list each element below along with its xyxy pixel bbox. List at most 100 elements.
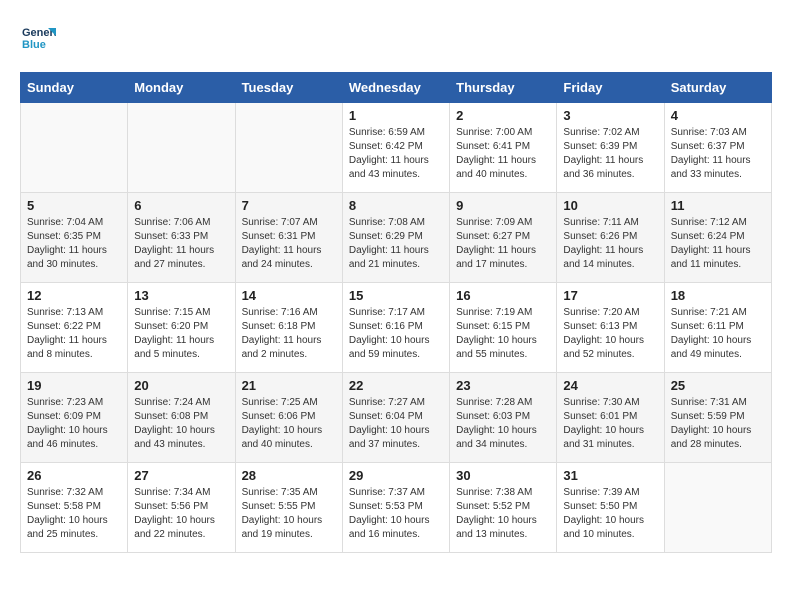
day-info: Sunrise: 7:07 AMSunset: 6:31 PMDaylight:… (242, 216, 336, 272)
calendar-cell: 26 Sunrise: 7:32 AMSunset: 5:58 PMDayligh… (21, 463, 128, 553)
calendar-cell: 9 Sunrise: 7:09 AMSunset: 6:27 PMDaylight… (450, 193, 557, 283)
calendar-cell: 23 Sunrise: 7:28 AMSunset: 6:03 PMDayligh… (450, 373, 557, 463)
calendar-cell: 25 Sunrise: 7:31 AMSunset: 5:59 PMDayligh… (664, 373, 771, 463)
day-info: Sunrise: 7:11 AMSunset: 6:26 PMDaylight:… (563, 216, 657, 272)
calendar-cell: 16 Sunrise: 7:19 AMSunset: 6:15 PMDayligh… (450, 283, 557, 373)
day-info: Sunrise: 7:19 AMSunset: 6:15 PMDaylight:… (456, 306, 550, 362)
day-number: 8 (349, 198, 443, 213)
day-info: Sunrise: 7:24 AMSunset: 6:08 PMDaylight:… (134, 396, 228, 452)
day-info: Sunrise: 7:00 AMSunset: 6:41 PMDaylight:… (456, 126, 550, 182)
weekday-header-saturday: Saturday (664, 73, 771, 103)
day-info: Sunrise: 7:09 AMSunset: 6:27 PMDaylight:… (456, 216, 550, 272)
day-number: 18 (671, 288, 765, 303)
calendar-week-1: 1 Sunrise: 6:59 AMSunset: 6:42 PMDaylight… (21, 103, 772, 193)
day-number: 20 (134, 378, 228, 393)
calendar-cell: 24Sunrise: 7:30 AMSunset: 6:01 PMDayligh… (557, 373, 664, 463)
calendar-cell: 21 Sunrise: 7:25 AMSunset: 6:06 PMDayligh… (235, 373, 342, 463)
day-number: 13 (134, 288, 228, 303)
day-info: Sunrise: 7:03 AMSunset: 6:37 PMDaylight:… (671, 126, 765, 182)
calendar-cell: 29 Sunrise: 7:37 AMSunset: 5:53 PMDayligh… (342, 463, 449, 553)
day-info: Sunrise: 7:25 AMSunset: 6:06 PMDaylight:… (242, 396, 336, 452)
day-info: Sunrise: 7:31 AMSunset: 5:59 PMDaylight:… (671, 396, 765, 452)
day-number: 26 (27, 468, 121, 483)
calendar-cell: 22 Sunrise: 7:27 AMSunset: 6:04 PMDayligh… (342, 373, 449, 463)
day-number: 25 (671, 378, 765, 393)
day-number: 16 (456, 288, 550, 303)
calendar-week-5: 26 Sunrise: 7:32 AMSunset: 5:58 PMDayligh… (21, 463, 772, 553)
day-info: Sunrise: 7:38 AMSunset: 5:52 PMDaylight:… (456, 486, 550, 542)
calendar-cell: 14 Sunrise: 7:16 AMSunset: 6:18 PMDayligh… (235, 283, 342, 373)
calendar-cell: 11 Sunrise: 7:12 AMSunset: 6:24 PMDayligh… (664, 193, 771, 283)
calendar-cell: 3 Sunrise: 7:02 AMSunset: 6:39 PMDaylight… (557, 103, 664, 193)
day-number: 15 (349, 288, 443, 303)
day-number: 6 (134, 198, 228, 213)
day-number: 9 (456, 198, 550, 213)
day-number: 29 (349, 468, 443, 483)
calendar-cell: 13Sunrise: 7:15 AMSunset: 6:20 PMDayligh… (128, 283, 235, 373)
day-info: Sunrise: 7:17 AMSunset: 6:16 PMDaylight:… (349, 306, 443, 362)
day-number: 5 (27, 198, 121, 213)
day-number: 31 (563, 468, 657, 483)
day-number: 4 (671, 108, 765, 123)
logo-icon: General Blue (20, 20, 56, 56)
calendar-cell: 2 Sunrise: 7:00 AMSunset: 6:41 PMDaylight… (450, 103, 557, 193)
day-info: Sunrise: 7:32 AMSunset: 5:58 PMDaylight:… (27, 486, 121, 542)
calendar-cell (664, 463, 771, 553)
day-info: Sunrise: 6:59 AMSunset: 6:42 PMDaylight:… (349, 126, 443, 182)
calendar-week-4: 19Sunrise: 7:23 AMSunset: 6:09 PMDayligh… (21, 373, 772, 463)
calendar-cell: 19Sunrise: 7:23 AMSunset: 6:09 PMDayligh… (21, 373, 128, 463)
calendar-cell: 8 Sunrise: 7:08 AMSunset: 6:29 PMDaylight… (342, 193, 449, 283)
day-info: Sunrise: 7:28 AMSunset: 6:03 PMDaylight:… (456, 396, 550, 452)
day-number: 22 (349, 378, 443, 393)
day-number: 23 (456, 378, 550, 393)
page-header: General Blue (20, 20, 772, 56)
day-info: Sunrise: 7:23 AMSunset: 6:09 PMDaylight:… (27, 396, 121, 452)
calendar-cell (235, 103, 342, 193)
calendar-cell: 27Sunrise: 7:34 AMSunset: 5:56 PMDayligh… (128, 463, 235, 553)
day-info: Sunrise: 7:04 AMSunset: 6:35 PMDaylight:… (27, 216, 121, 272)
day-number: 12 (27, 288, 121, 303)
day-info: Sunrise: 7:35 AMSunset: 5:55 PMDaylight:… (242, 486, 336, 542)
day-number: 28 (242, 468, 336, 483)
weekday-header-friday: Friday (557, 73, 664, 103)
day-info: Sunrise: 7:02 AMSunset: 6:39 PMDaylight:… (563, 126, 657, 182)
day-info: Sunrise: 7:27 AMSunset: 6:04 PMDaylight:… (349, 396, 443, 452)
day-info: Sunrise: 7:12 AMSunset: 6:24 PMDaylight:… (671, 216, 765, 272)
calendar-cell: 20 Sunrise: 7:24 AMSunset: 6:08 PMDayligh… (128, 373, 235, 463)
calendar-cell: 31 Sunrise: 7:39 AMSunset: 5:50 PMDayligh… (557, 463, 664, 553)
calendar-cell: 7 Sunrise: 7:07 AMSunset: 6:31 PMDaylight… (235, 193, 342, 283)
day-number: 14 (242, 288, 336, 303)
calendar-cell: 10 Sunrise: 7:11 AMSunset: 6:26 PMDayligh… (557, 193, 664, 283)
day-info: Sunrise: 7:06 AMSunset: 6:33 PMDaylight:… (134, 216, 228, 272)
svg-text:Blue: Blue (22, 39, 46, 51)
day-number: 2 (456, 108, 550, 123)
weekday-header-wednesday: Wednesday (342, 73, 449, 103)
calendar-cell: 4 Sunrise: 7:03 AMSunset: 6:37 PMDaylight… (664, 103, 771, 193)
day-number: 21 (242, 378, 336, 393)
day-info: Sunrise: 7:39 AMSunset: 5:50 PMDaylight:… (563, 486, 657, 542)
calendar-cell: 28 Sunrise: 7:35 AMSunset: 5:55 PMDayligh… (235, 463, 342, 553)
calendar-cell (128, 103, 235, 193)
day-info: Sunrise: 7:34 AMSunset: 5:56 PMDaylight:… (134, 486, 228, 542)
day-info: Sunrise: 7:37 AMSunset: 5:53 PMDaylight:… (349, 486, 443, 542)
day-info: Sunrise: 7:13 AMSunset: 6:22 PMDaylight:… (27, 306, 121, 362)
day-number: 10 (563, 198, 657, 213)
calendar-cell: 6 Sunrise: 7:06 AMSunset: 6:33 PMDaylight… (128, 193, 235, 283)
weekday-header-sunday: Sunday (21, 73, 128, 103)
calendar-week-3: 12 Sunrise: 7:13 AMSunset: 6:22 PMDayligh… (21, 283, 772, 373)
day-number: 11 (671, 198, 765, 213)
calendar-cell: 15 Sunrise: 7:17 AMSunset: 6:16 PMDayligh… (342, 283, 449, 373)
day-number: 3 (563, 108, 657, 123)
day-info: Sunrise: 7:16 AMSunset: 6:18 PMDaylight:… (242, 306, 336, 362)
weekday-header-row: SundayMondayTuesdayWednesdayThursdayFrid… (21, 73, 772, 103)
day-number: 17 (563, 288, 657, 303)
calendar-week-2: 5 Sunrise: 7:04 AMSunset: 6:35 PMDaylight… (21, 193, 772, 283)
logo: General Blue (20, 20, 60, 56)
calendar-cell: 18Sunrise: 7:21 AMSunset: 6:11 PMDayligh… (664, 283, 771, 373)
day-number: 7 (242, 198, 336, 213)
day-number: 30 (456, 468, 550, 483)
calendar-cell: 30 Sunrise: 7:38 AMSunset: 5:52 PMDayligh… (450, 463, 557, 553)
day-number: 1 (349, 108, 443, 123)
day-info: Sunrise: 7:08 AMSunset: 6:29 PMDaylight:… (349, 216, 443, 272)
calendar-cell: 17Sunrise: 7:20 AMSunset: 6:13 PMDayligh… (557, 283, 664, 373)
